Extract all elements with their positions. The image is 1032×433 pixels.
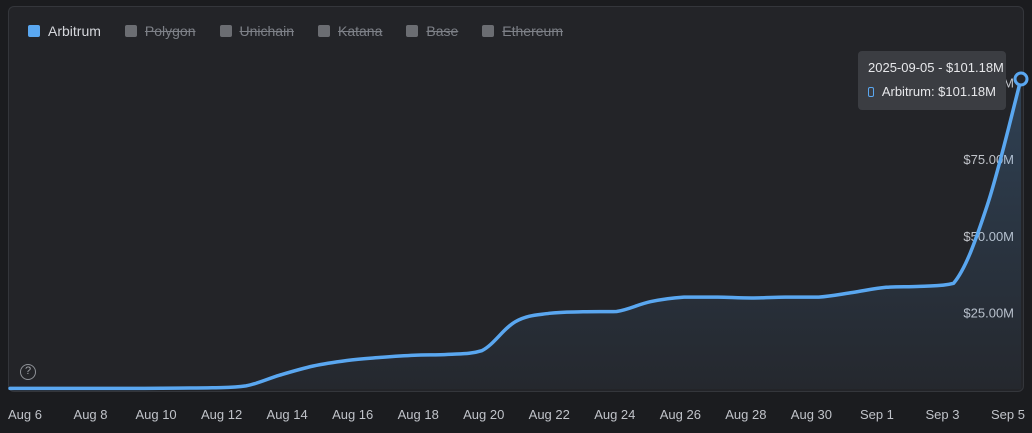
data-point[interactable]	[445, 351, 451, 357]
x-tick-label: Sep 5	[991, 407, 1025, 422]
chart-legend: Arbitrum Polygon Unichain Katana Base Ethereu…	[28, 23, 587, 39]
data-point[interactable]	[681, 294, 687, 300]
data-point[interactable]	[209, 385, 215, 391]
data-point[interactable]	[748, 295, 754, 301]
data-point[interactable]	[715, 294, 721, 300]
data-point[interactable]	[647, 299, 653, 305]
data-point[interactable]	[41, 385, 47, 391]
x-tick-label: Aug 16	[332, 407, 373, 422]
data-point[interactable]	[378, 354, 384, 360]
x-tick-label: Aug 20	[463, 407, 504, 422]
x-tick-label: Aug 6	[8, 407, 42, 422]
question-circle-icon[interactable]: ?	[20, 364, 36, 380]
legend-swatch	[219, 25, 232, 37]
data-point[interactable]	[243, 383, 249, 389]
tooltip-series-label: Arbitrum: $101.18M	[881, 84, 996, 99]
data-point[interactable]	[513, 319, 519, 325]
data-point[interactable]	[277, 372, 283, 378]
x-tick-label: Aug 24	[594, 407, 635, 422]
legend-swatch	[28, 25, 40, 37]
data-point[interactable]	[74, 385, 80, 391]
data-point[interactable]	[344, 358, 350, 364]
legend-swatch	[317, 25, 330, 37]
legend-item-unichain[interactable]: Unichain	[219, 23, 294, 39]
legend-label: Unichain	[239, 23, 294, 39]
legend-label: Ethereum	[502, 23, 563, 39]
tooltip-series-swatch	[868, 86, 874, 97]
data-point[interactable]	[7, 385, 13, 391]
legend-item-ethereum[interactable]: Ethereum	[482, 23, 563, 39]
data-point[interactable]	[850, 289, 856, 295]
x-tick-label: Sep 3	[925, 407, 959, 422]
x-tick-label: Aug 22	[529, 407, 570, 422]
legend-label: Arbitrum	[48, 23, 101, 39]
data-point[interactable]	[479, 348, 485, 354]
chart-tooltip: 2025-09-05 - $101.18M Arbitrum: $101.18M	[858, 51, 1006, 110]
data-point[interactable]	[917, 283, 923, 289]
legend-item-polygon[interactable]: Polygon	[124, 23, 196, 39]
series-area-arbitrum	[10, 79, 1021, 389]
x-tick-label: Aug 30	[791, 407, 832, 422]
data-point[interactable]	[782, 294, 788, 300]
x-tick-label: Aug 10	[135, 407, 176, 422]
legend-label: Base	[426, 23, 459, 39]
tooltip-series-row: Arbitrum: $101.18M	[868, 84, 996, 99]
data-point[interactable]	[984, 202, 990, 208]
data-point[interactable]	[816, 294, 822, 300]
x-tick-label: Aug 14	[267, 407, 308, 422]
legend-swatch	[124, 25, 137, 37]
legend-item-arbitrum[interactable]: Arbitrum	[28, 23, 101, 39]
legend-swatch	[406, 25, 419, 37]
data-point[interactable]	[580, 309, 586, 315]
legend-item-katana[interactable]: Katana	[317, 23, 383, 39]
tooltip-title: 2025-09-05 - $101.18M	[868, 60, 1004, 75]
data-point[interactable]	[951, 280, 957, 286]
legend-label: Polygon	[144, 23, 196, 39]
legend-swatch	[482, 25, 495, 37]
data-point[interactable]	[411, 352, 417, 358]
data-point[interactable]	[614, 308, 620, 314]
x-tick-label: Aug 12	[201, 407, 242, 422]
data-point[interactable]	[176, 385, 182, 391]
data-point[interactable]	[310, 363, 316, 369]
x-tick-label: Sep 1	[860, 407, 894, 422]
data-point[interactable]	[142, 385, 148, 391]
data-point[interactable]	[108, 385, 114, 391]
legend-label: Katana	[337, 23, 383, 39]
x-tick-label: Aug 28	[725, 407, 766, 422]
x-tick-label: Aug 8	[74, 407, 108, 422]
highlight-point[interactable]	[1013, 71, 1029, 87]
data-point[interactable]	[883, 284, 889, 290]
x-tick-label: Aug 18	[398, 407, 439, 422]
data-point[interactable]	[546, 310, 552, 316]
x-tick-label: Aug 26	[660, 407, 701, 422]
legend-item-base[interactable]: Base	[406, 23, 458, 39]
